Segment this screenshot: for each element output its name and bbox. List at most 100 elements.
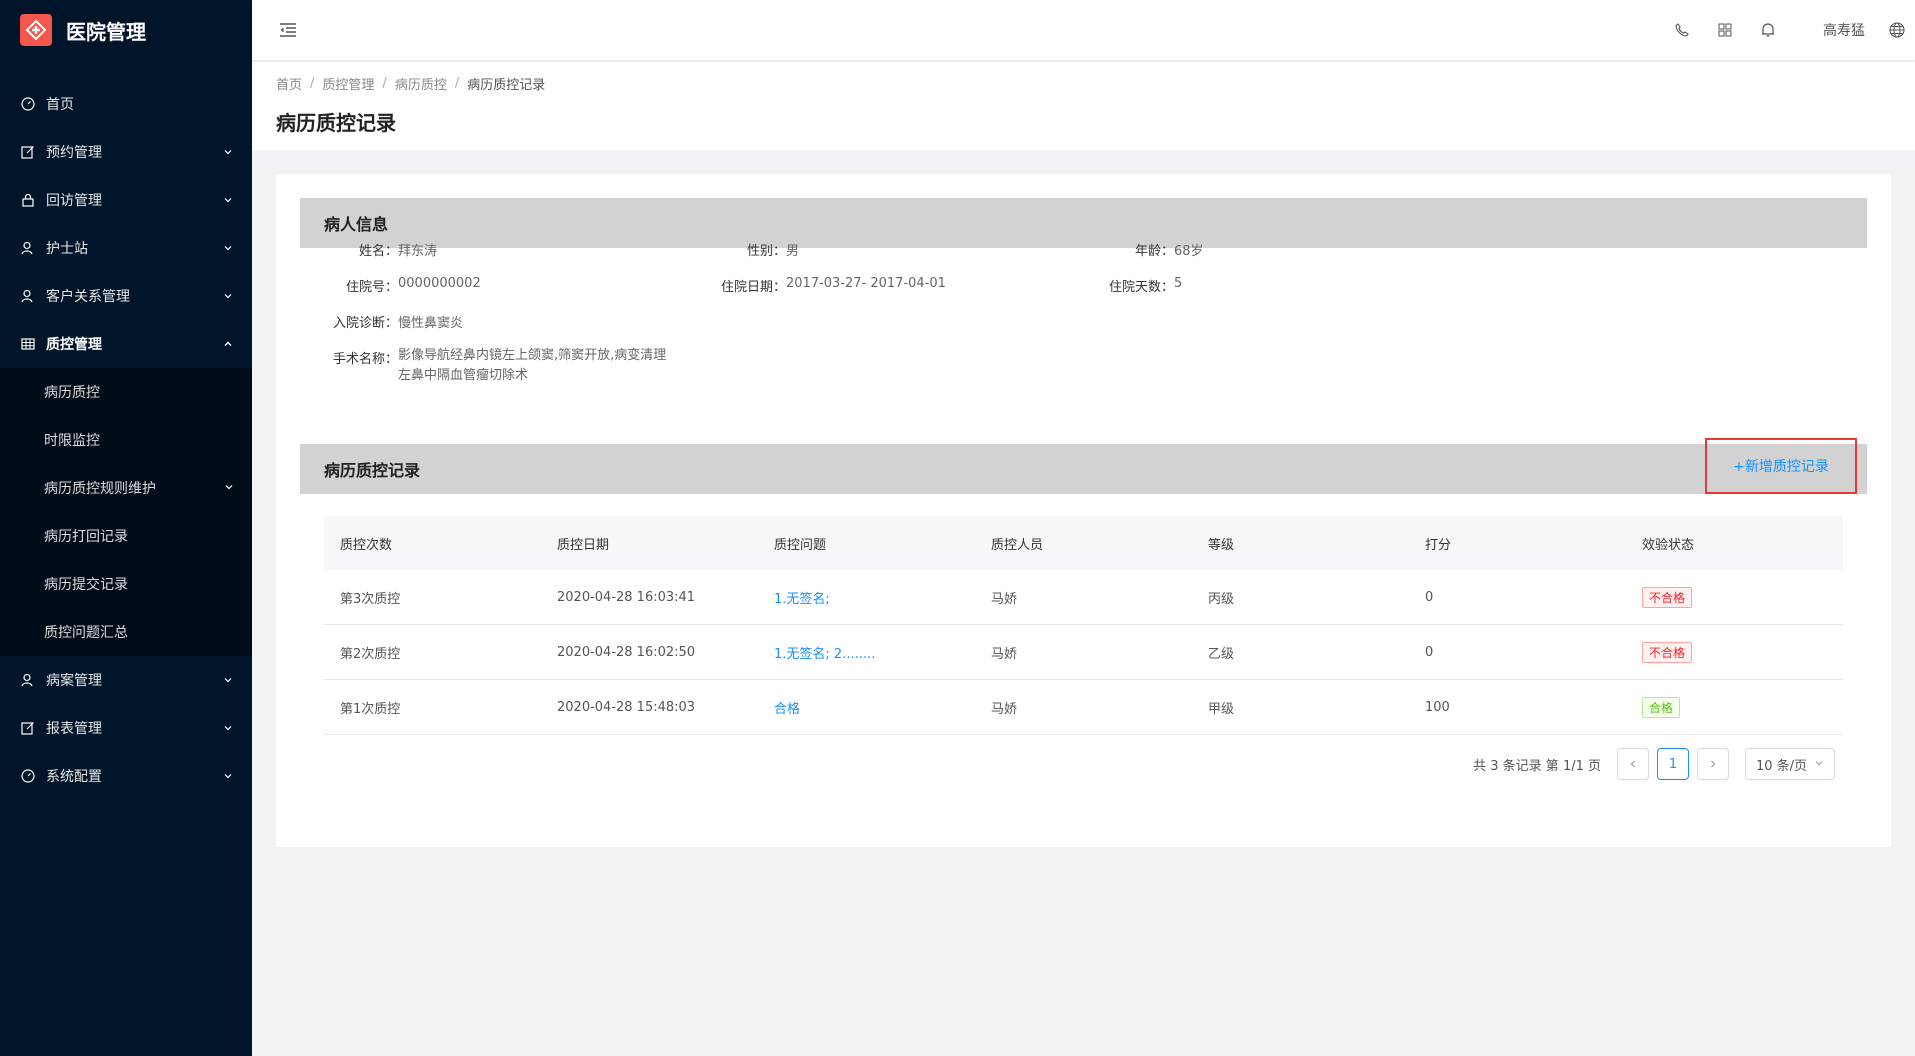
issue-link[interactable]: 1.无签名; 2........: [774, 647, 875, 662]
menu-fold-icon[interactable]: [276, 18, 300, 42]
sidebar-item-label: 回访管理: [46, 193, 102, 209]
status-badge: 合格: [1642, 696, 1681, 718]
issue-link[interactable]: 1.无签名;: [774, 592, 830, 607]
sidebar-subitem-record-qc[interactable]: 病历质控: [0, 368, 252, 416]
sidebar-item-case-management[interactable]: 病案管理: [0, 656, 252, 704]
lock-icon: [20, 192, 36, 208]
cell-date: 2020-04-28 16:03:41: [557, 589, 696, 605]
dashboard-icon: [20, 768, 36, 784]
sidebar-item-label: 质控问题汇总: [44, 625, 128, 641]
sidebar-item-appointment[interactable]: 预约管理: [0, 128, 252, 176]
column-header: 质控日期: [557, 537, 610, 553]
info-value: 68岁: [1174, 244, 1204, 259]
chevron-down-icon: [222, 290, 234, 302]
qc-records-header: 病历质控记录 +新增质控记录: [300, 438, 1867, 494]
breadcrumb-item[interactable]: 首页: [276, 74, 302, 93]
cell-score: 0: [1425, 644, 1434, 660]
pagination: 共 3 条记录 第 1/1 页 1 10 条/页: [1473, 748, 1835, 780]
sidebar-item-label: 首页: [46, 97, 74, 113]
info-gender: 性别： 男: [688, 240, 1076, 259]
page-size-select[interactable]: 10 条/页: [1745, 748, 1835, 780]
prev-page-button[interactable]: [1617, 748, 1649, 780]
next-page-button[interactable]: [1697, 748, 1729, 780]
chevron-up-icon: [222, 338, 234, 350]
sidebar-item-quality-control[interactable]: 质控管理: [0, 320, 252, 368]
sidebar-item-followup[interactable]: 回访管理: [0, 176, 252, 224]
section-title: 病历质控记录: [324, 461, 421, 480]
cell-issue-link[interactable]: 合格: [758, 698, 975, 717]
table-icon: [20, 336, 36, 352]
cell-issue-link[interactable]: 1.无签名;: [758, 588, 975, 607]
chevron-down-icon: [222, 674, 234, 686]
chevron-down-icon: [224, 480, 234, 496]
cell-person: 马娇: [991, 591, 1018, 607]
sidebar-item-system-config[interactable]: 系统配置: [0, 752, 252, 800]
sidebar-item-crm[interactable]: 客户关系管理: [0, 272, 252, 320]
username[interactable]: 高寿猛: [1823, 20, 1865, 40]
cell-issue-link[interactable]: 1.无签名; 2........: [758, 643, 975, 662]
cell-count: 第1次质控: [340, 701, 401, 717]
info-name: 姓名： 拜东涛: [300, 240, 688, 259]
app-title: 医院管理: [66, 19, 146, 44]
apps-icon[interactable]: [1715, 20, 1735, 40]
info-days: 住院天数： 5: [1076, 276, 1464, 295]
cell-person: 马娇: [991, 646, 1018, 662]
logo[interactable]: 医院管理: [0, 0, 252, 60]
column-header: 打分: [1425, 537, 1452, 553]
info-label: 住院号：: [345, 280, 398, 295]
breadcrumb-separator: /: [310, 76, 315, 91]
top-header: 高寿猛: [252, 0, 1915, 60]
sidebar-item-label: 病历打回记录: [44, 529, 128, 545]
sidebar-item-label: 病历提交记录: [44, 577, 128, 593]
info-surgery: 手术名称： 影像导航经鼻内镜左上颌窦,筛窦开放,病变清理左鼻中隔血管瘤切除术: [300, 348, 900, 386]
cell-status: 不合格: [1626, 641, 1843, 663]
cell-level: 丙级: [1208, 591, 1235, 607]
sidebar-item-home[interactable]: 首页: [0, 80, 252, 128]
issue-link[interactable]: 合格: [774, 702, 800, 717]
info-value: 拜东涛: [398, 244, 438, 259]
table-row: 第1次质控 2020-04-28 15:48:03 合格 马娇 甲级 100 合…: [324, 680, 1843, 735]
quality-control-submenu: 病历质控 时限监控 病历质控规则维护 病历打回记录 病历提交记录 质控问题汇总: [0, 368, 252, 656]
sidebar-subitem-qc-summary[interactable]: 质控问题汇总: [0, 608, 252, 656]
globe-icon[interactable]: [1887, 20, 1907, 40]
sidebar-item-nurse-station[interactable]: 护士站: [0, 224, 252, 272]
sidebar-item-label: 系统配置: [46, 769, 102, 785]
sidebar-subitem-time-monitor[interactable]: 时限监控: [0, 416, 252, 464]
info-value: 影像导航经鼻内镜左上颌窦,筛窦开放,病变清理左鼻中隔血管瘤切除术: [398, 348, 667, 383]
breadcrumb: 首页 / 质控管理 / 病历质控 / 病历质控记录: [276, 74, 1891, 93]
phone-icon[interactable]: [1672, 20, 1692, 40]
sidebar-item-reports[interactable]: 报表管理: [0, 704, 252, 752]
sidebar-subitem-submitted-records[interactable]: 病历提交记录: [0, 560, 252, 608]
sidebar-item-label: 报表管理: [46, 721, 102, 737]
info-label: 年龄：: [1134, 244, 1174, 259]
table-header: 质控次数 质控日期 质控问题 质控人员 等级 打分 效验状态: [324, 516, 1843, 570]
column-header: 质控人员: [991, 537, 1044, 553]
add-qc-record-button[interactable]: +新增质控记录: [1705, 438, 1857, 494]
table-row: 第2次质控 2020-04-28 16:02:50 1.无签名; 2......…: [324, 625, 1843, 680]
breadcrumb-separator: /: [454, 76, 460, 91]
sidebar-item-label: 时限监控: [44, 433, 100, 449]
cell-count: 第2次质控: [340, 646, 401, 662]
chevron-down-icon: [222, 770, 234, 782]
sidebar-subitem-qc-rules[interactable]: 病历质控规则维护: [0, 464, 252, 512]
breadcrumb-item[interactable]: 质控管理: [322, 74, 374, 93]
info-value: 男: [786, 244, 800, 259]
info-age: 年龄： 68岁: [1076, 240, 1464, 259]
info-label: 住院日期：: [720, 280, 786, 295]
breadcrumb-item[interactable]: 病历质控: [395, 74, 447, 93]
status-badge: 不合格: [1642, 641, 1693, 663]
info-row: 入院诊断： 慢性鼻窦炎: [300, 312, 1500, 348]
info-value: 慢性鼻窦炎: [398, 316, 464, 331]
table-row: 第3次质控 2020-04-28 16:03:41 1.无签名; 马娇 丙级 0…: [324, 570, 1843, 625]
chevron-down-icon: [222, 194, 234, 206]
page-number-button[interactable]: 1: [1657, 748, 1689, 780]
bell-icon[interactable]: [1758, 20, 1778, 40]
content-card: 病人信息 姓名： 拜东涛 性别： 男 年龄： 68岁 住院号： 00000000…: [276, 174, 1891, 847]
info-label: 性别：: [746, 244, 786, 259]
cell-status: 不合格: [1626, 586, 1843, 608]
chevron-down-icon: [222, 242, 234, 254]
sidebar-item-label: 病历质控规则维护: [44, 481, 156, 497]
info-value: 0000000002: [398, 276, 481, 291]
breadcrumb-current: 病历质控记录: [467, 78, 546, 93]
sidebar-subitem-returned-records[interactable]: 病历打回记录: [0, 512, 252, 560]
